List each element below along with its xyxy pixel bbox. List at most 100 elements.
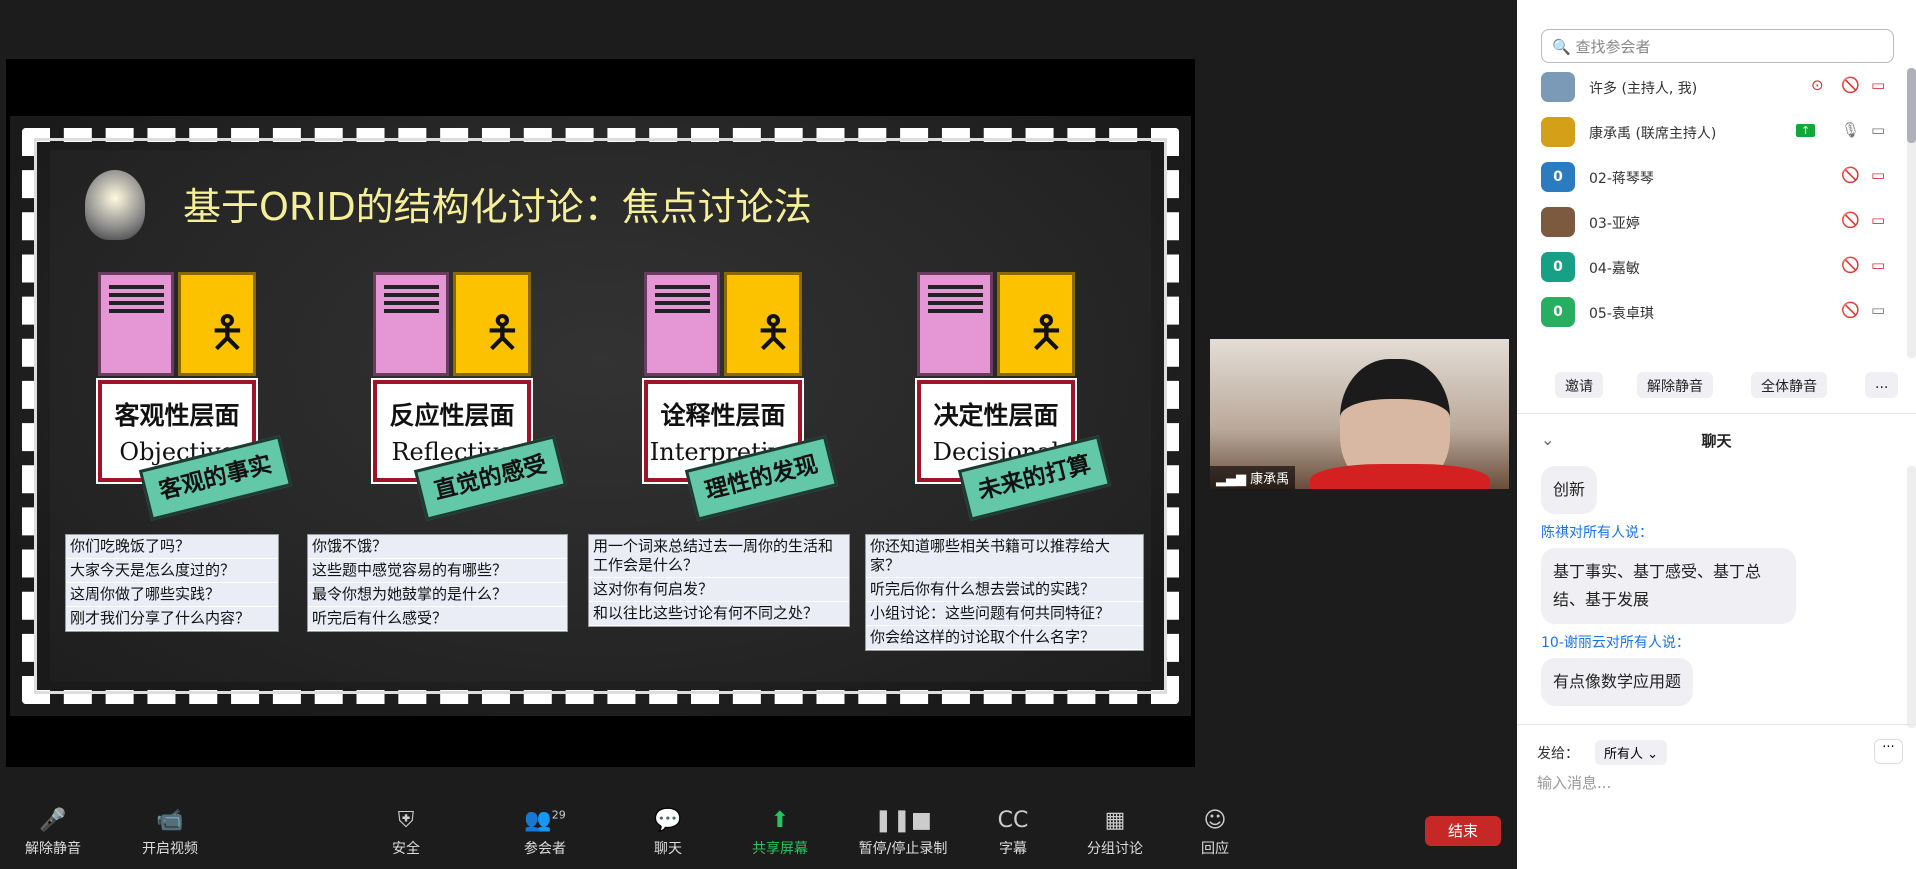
question-box: 你饿不饿？ 这些题中感觉容易的有哪些？ 最令你想为她鼓掌的是什么？ 听完后有什么感受？ xyxy=(307,534,568,632)
question-item: 这周你做了哪些实践？ xyxy=(66,583,278,607)
participant-name: 康承禹 (联席主持人) xyxy=(1589,126,1717,142)
divider xyxy=(1517,413,1916,414)
document-card-icon xyxy=(98,272,174,376)
divider xyxy=(1517,724,1916,725)
share-screen-icon: ⬆ xyxy=(770,808,790,833)
avatar: 0 xyxy=(1541,297,1575,327)
mic-muted-icon[interactable]: 🚫 xyxy=(1841,256,1860,274)
toolbar-label: 共享屏幕 xyxy=(752,841,808,857)
invite-button[interactable]: 邀请 xyxy=(1555,372,1603,398)
toolbar-video-off-button[interactable]: 📹 开启视频 xyxy=(120,808,220,858)
toolbar-record-button[interactable]: ❚❚■ 暂停/停止录制 xyxy=(853,808,953,858)
toolbar-reaction-button[interactable]: ☺ 回应 xyxy=(1165,808,1265,858)
mic-muted-icon[interactable]: 🚫 xyxy=(1841,301,1860,319)
toolbar-label: 聊天 xyxy=(654,841,682,857)
video-off-icon: 📹 xyxy=(156,808,184,833)
unmute-button[interactable]: 解除静音 xyxy=(1637,372,1713,398)
mic-muted-icon[interactable]: 🚫 xyxy=(1841,166,1860,184)
chat-messages: 创新 陈祺对所有人说： 基丁事实、基丁感受、基丁总结、基于发展 10-谢丽云对所… xyxy=(1541,466,1881,706)
chat-icon: 💬 xyxy=(654,808,682,833)
toolbar-participants-button[interactable]: 👥29 参会者 xyxy=(495,808,595,858)
mic-muted-icon[interactable]: 🚫 xyxy=(1841,211,1860,229)
question-box: 你们吃晚饭了吗？ 大家今天是怎么度过的？ 这周你做了哪些实践？ 刚才我们分享了什么内容… xyxy=(65,534,279,632)
participant-row[interactable]: 0 04-嘉敏 🚫 ▭ xyxy=(1541,252,1901,286)
participant-row[interactable]: 0 05-袁卓琪 🚫 ▭ xyxy=(1541,297,1901,331)
avatar xyxy=(1541,72,1575,102)
participant-name: 许多 (主持人, 我) xyxy=(1589,81,1698,97)
toolbar-label: 分组讨论 xyxy=(1087,841,1143,857)
chat-sender: 10-谢丽云对所有人说： xyxy=(1541,635,1690,651)
question-item: 你还知道哪些相关书籍可以推荐给大家？ xyxy=(866,535,1143,578)
cc-icon: CC xyxy=(997,808,1029,833)
question-item: 你们吃晚饭了吗？ xyxy=(66,535,278,559)
recipient-dropdown[interactable]: 所有人 ⌄ xyxy=(1595,740,1668,765)
chat-bubble: 创新 xyxy=(1541,466,1598,514)
video-off-icon[interactable]: ▭ xyxy=(1871,76,1885,94)
send-to-label: 发给： xyxy=(1537,746,1579,762)
toolbar-mic-muted-button[interactable]: 🎤 解除静音 xyxy=(3,808,103,858)
question-box: 用一个词来总结过去一周你的生活和工作会是什么？ 这对你有何启发？ 和以往比这些讨论有… xyxy=(588,534,850,627)
level-name-zh: 反应性层面 xyxy=(389,401,515,430)
participants-scrollbar[interactable] xyxy=(1907,68,1916,358)
end-meeting-button[interactable]: 结束 xyxy=(1425,816,1501,846)
toolbar-label: 开启视频 xyxy=(142,841,198,857)
toolbar-label: 回应 xyxy=(1201,841,1229,857)
toolbar-label: 暂停/停止录制 xyxy=(858,841,948,857)
toolbar-label: 安全 xyxy=(392,841,420,857)
participant-name: 04-嘉敏 xyxy=(1589,261,1640,277)
toolbar-share-screen-button[interactable]: ⬆ 共享屏幕 xyxy=(730,808,830,858)
video-name: 康承禹 xyxy=(1250,472,1290,487)
reaction-icon: ☺ xyxy=(1203,808,1227,833)
question-item: 这对你有何启发？ xyxy=(589,578,849,602)
document-card-icon xyxy=(373,272,449,376)
chat-scrollbar[interactable] xyxy=(1907,466,1916,728)
video-off-icon[interactable]: ▭ xyxy=(1871,166,1885,184)
person-figure-icon: 🯅 xyxy=(178,272,256,376)
video-off-icon[interactable]: ▭ xyxy=(1871,256,1885,274)
record-indicator-icon: ⊙ xyxy=(1811,76,1824,94)
participant-row[interactable]: 许多 (主持人, 我) ⊙ 🚫 ▭ xyxy=(1541,72,1901,106)
question-item: 这些题中感觉容易的有哪些？ xyxy=(308,559,567,583)
video-icon[interactable]: ▭ xyxy=(1871,121,1885,139)
participant-row[interactable]: 03-亚婷 🚫 ▭ xyxy=(1541,207,1901,241)
participant-row[interactable]: 0 02-蒋琴琴 🚫 ▭ xyxy=(1541,162,1901,196)
lightbulb-icon xyxy=(85,170,145,240)
video-off-icon[interactable]: ▭ xyxy=(1871,211,1885,229)
toolbar-label: 字幕 xyxy=(999,841,1027,857)
more-button[interactable]: ... xyxy=(1865,372,1899,398)
mic-muted-icon[interactable]: 🚫 xyxy=(1841,76,1860,94)
search-placeholder: 查找参会者 xyxy=(1575,38,1651,56)
toolbar-label: 参会者 xyxy=(524,841,566,857)
participant-name: 02-蒋琴琴 xyxy=(1589,171,1654,187)
slide-title: 基于ORID的结构化讨论：焦点讨论法 xyxy=(183,185,812,229)
avatar xyxy=(1541,207,1575,237)
question-box: 你还知道哪些相关书籍可以推荐给大家？ 听完后你有什么想去尝试的实践？ 小组讨论：这些… xyxy=(865,534,1144,651)
question-item: 刚才我们分享了什么内容？ xyxy=(66,607,278,631)
mic-icon[interactable]: 🎙 xyxy=(1841,121,1860,139)
video-icon[interactable]: ▭ xyxy=(1871,301,1885,319)
chat-more-button[interactable]: ··· xyxy=(1874,739,1903,764)
toolbar-cc-button[interactable]: CC 字幕 xyxy=(963,808,1063,858)
question-item: 和以往比这些讨论有何不同之处？ xyxy=(589,602,849,626)
sharing-icon: ↑ xyxy=(1796,124,1816,137)
chat-sender: 陈祺对所有人说： xyxy=(1541,525,1653,541)
video-tile[interactable]: ▂▄▆ 康承禹 xyxy=(1210,339,1509,489)
search-participants-input[interactable]: 🔍 查找参会者 xyxy=(1541,29,1894,63)
video-name-label: ▂▄▆ 康承禹 xyxy=(1210,466,1296,489)
participant-name: 03-亚婷 xyxy=(1589,216,1640,232)
person-figure-icon: 🯅 xyxy=(453,272,531,376)
signal-icon: ▂▄▆ xyxy=(1216,472,1251,487)
person-figure-icon: 🯅 xyxy=(997,272,1075,376)
toolbar-chat-button[interactable]: 💬 聊天 xyxy=(618,808,718,858)
participant-row[interactable]: 康承禹 (联席主持人) ↑ 🎙 ▭ xyxy=(1541,117,1901,151)
toolbar-breakout-button[interactable]: ▦ 分组讨论 xyxy=(1065,808,1165,858)
level-name-zh: 决定性层面 xyxy=(933,401,1059,430)
mic-muted-icon: 🎤 xyxy=(39,808,67,833)
mute-all-button[interactable]: 全体静音 xyxy=(1751,372,1827,398)
message-input[interactable]: 输入消息... xyxy=(1537,772,1897,793)
participant-count: 29 xyxy=(551,808,566,822)
toolbar-shield-button[interactable]: ⛨ 安全 xyxy=(356,808,456,858)
chat-bubble: 基丁事实、基丁感受、基丁总结、基于发展 xyxy=(1541,548,1796,624)
chevron-down-icon: ⌄ xyxy=(1647,747,1659,762)
document-card-icon xyxy=(917,272,993,376)
